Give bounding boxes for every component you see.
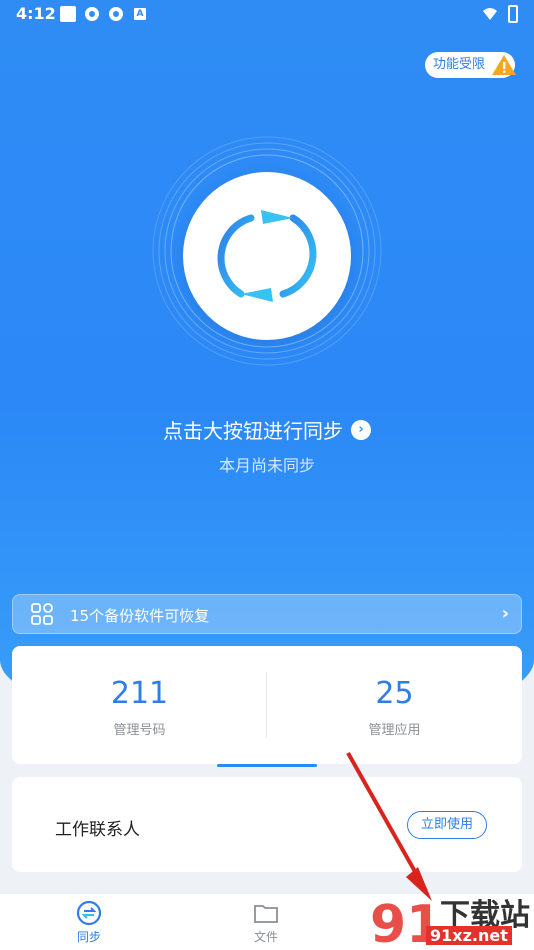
stats-card: 211 管理号码 25 管理应用 xyxy=(12,646,522,767)
function-limited-label: 功能受限 xyxy=(433,57,486,72)
apps-grid-icon xyxy=(31,603,53,625)
status-time: 4:12 xyxy=(16,4,56,23)
settings-notification-icon-2 xyxy=(109,7,123,21)
sync-instruction[interactable]: 点击大按钮进行同步 › xyxy=(0,415,534,444)
sync-title-text: 点击大按钮进行同步 xyxy=(163,419,343,443)
watermark-domain: 91xz.net xyxy=(426,926,512,945)
nav-tab-files[interactable]: 文件 xyxy=(236,900,296,945)
stat-managed-numbers[interactable]: 211 管理号码 xyxy=(12,676,267,738)
function-limited-badge[interactable]: 功能受限 xyxy=(425,52,516,78)
watermark-logo: 91 下载站 91xz.net xyxy=(368,890,534,950)
chevron-right-circle-icon: › xyxy=(351,419,371,440)
stat-label: 管理号码 xyxy=(113,723,166,738)
nav-tab-label: 文件 xyxy=(253,930,278,944)
stat-value: 25 xyxy=(375,676,414,711)
notification-square-icon xyxy=(60,6,76,22)
battery-icon xyxy=(508,5,518,23)
work-contacts-label: 工作联系人 xyxy=(55,820,140,840)
stat-label: 管理应用 xyxy=(368,723,421,738)
folder-icon xyxy=(254,905,278,923)
sync-status-text: 本月尚未同步 xyxy=(218,456,315,475)
annotation-arrow-icon xyxy=(346,752,432,901)
sync-button[interactable] xyxy=(183,172,351,340)
nav-tab-sync[interactable]: 同步 xyxy=(59,900,119,945)
chevron-right-icon: › xyxy=(501,603,509,624)
a-notification-icon: A xyxy=(134,8,146,20)
restore-label: 15个备份软件可恢复 xyxy=(70,607,210,625)
wifi-icon xyxy=(483,8,497,20)
nav-tab-label: 同步 xyxy=(76,930,101,944)
status-bar: 4:12 A xyxy=(0,0,534,28)
card-indicator xyxy=(217,764,317,767)
restore-backup-bar[interactable]: 15个备份软件可恢复 › xyxy=(12,594,522,634)
sync-icon xyxy=(217,210,317,302)
warning-icon xyxy=(492,55,516,75)
settings-notification-icon xyxy=(85,7,99,21)
stat-managed-apps[interactable]: 25 管理应用 xyxy=(267,676,522,738)
work-contacts-card: 工作联系人 立即使用 xyxy=(12,777,522,872)
stat-value: 211 xyxy=(110,676,169,711)
sync-nav-icon xyxy=(76,900,102,926)
